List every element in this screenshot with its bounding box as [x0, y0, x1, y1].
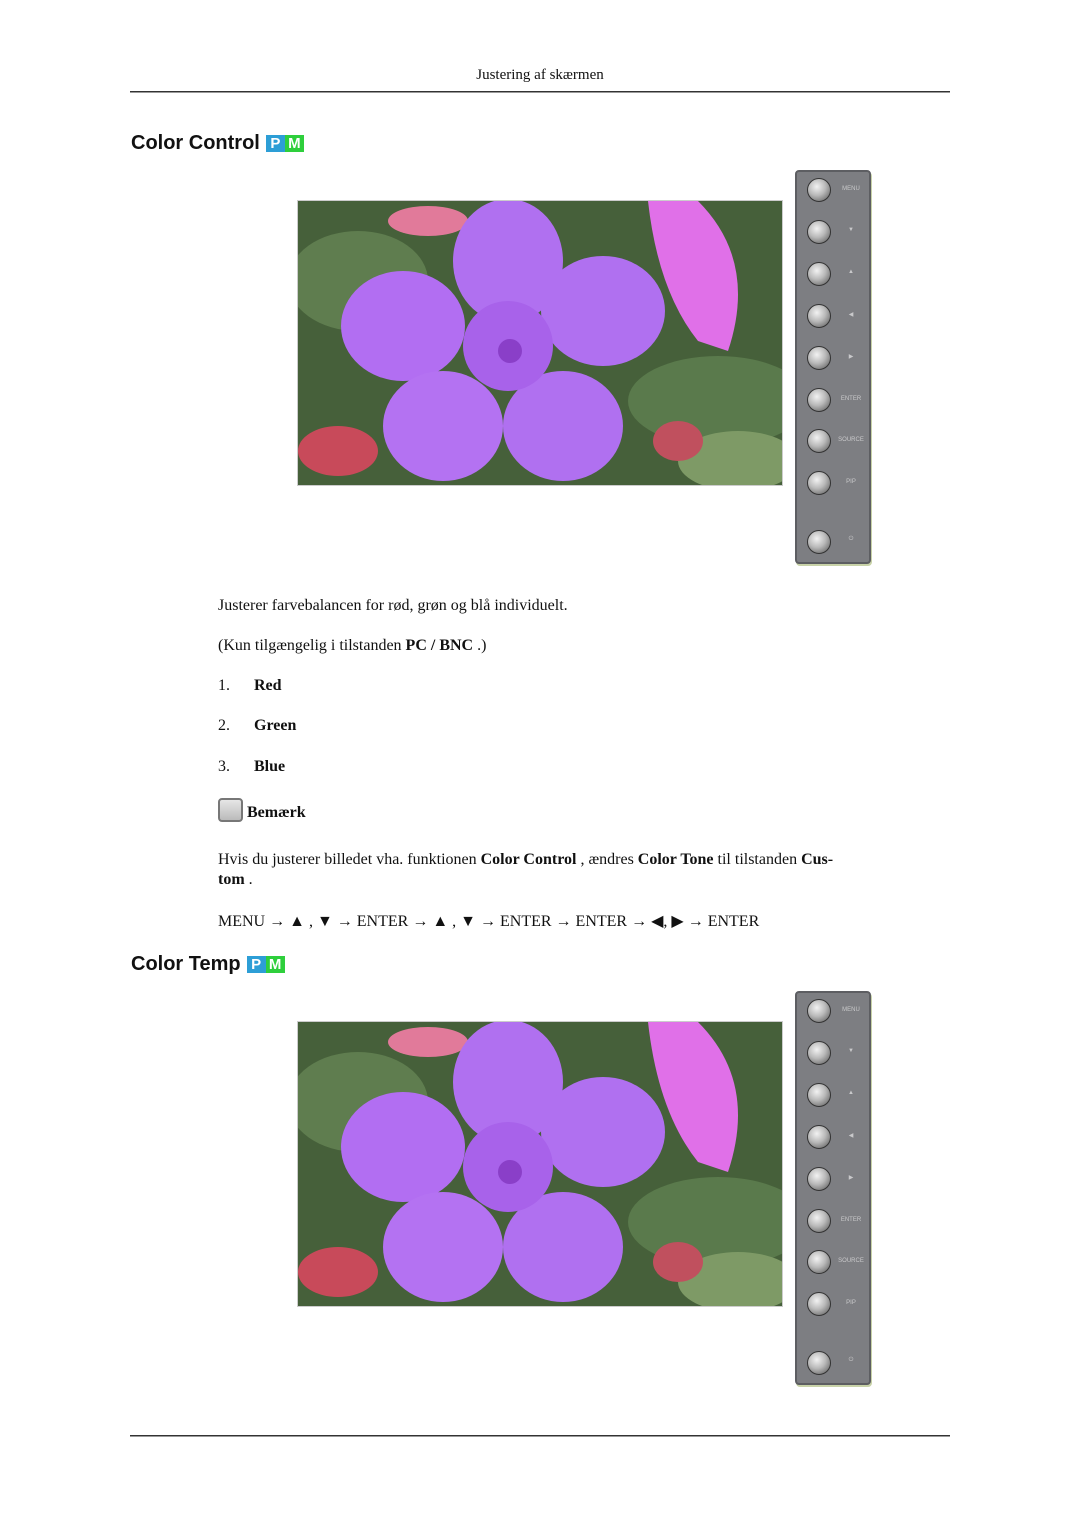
power-button[interactable]	[807, 1351, 831, 1375]
list-item-green: 2. Green	[218, 717, 297, 734]
right-button[interactable]	[807, 346, 831, 370]
note-label: Bemærk	[247, 804, 306, 821]
power-icon: ⏻	[848, 1357, 854, 1363]
power-icon: ⏻	[848, 536, 854, 542]
pip-label: PIP	[846, 479, 856, 485]
page-header-title: Justering af skærmen	[476, 67, 604, 83]
flower-screen-image	[297, 1021, 783, 1307]
note-pencil-icon	[218, 798, 243, 822]
enter-button[interactable]	[807, 1209, 831, 1233]
up-arrow-icon: ▲	[848, 1090, 854, 1096]
pip-button[interactable]	[807, 1292, 831, 1316]
down-arrow-icon: ▼	[848, 1048, 854, 1054]
right-button[interactable]	[807, 1167, 831, 1191]
color-control-description: Justerer farvebalancen for rød, grøn og …	[218, 597, 568, 614]
up-button[interactable]	[807, 1083, 831, 1107]
source-label: SOURCE	[838, 1258, 864, 1264]
list-item-blue: 3. Blue	[218, 758, 286, 775]
source-label: SOURCE	[838, 437, 864, 443]
flower-illustration	[298, 1022, 782, 1306]
up-button[interactable]	[807, 262, 831, 286]
list-item-red: 1. Red	[218, 677, 282, 694]
pc-mode-badge-icon: PM	[265, 135, 304, 152]
power-button[interactable]	[807, 530, 831, 554]
left-arrow-icon: ◀	[848, 312, 854, 318]
note-text: Hvis du justerer billedet vha. funktione…	[218, 851, 834, 888]
source-button[interactable]	[807, 1250, 831, 1274]
navigation-path: MENU → ▲ , ▼ → ENTER → ▲ , ▼ → ENTER → E…	[218, 913, 760, 930]
source-button[interactable]	[807, 429, 831, 453]
section-title-color-temp: Color Temp PM	[131, 953, 285, 976]
left-arrow-icon: ◀	[848, 1133, 854, 1139]
pip-button[interactable]	[807, 471, 831, 495]
section-title-text: Color Temp	[131, 953, 241, 975]
up-arrow-icon: ▲	[848, 269, 854, 275]
down-arrow-icon: ▼	[848, 227, 854, 233]
section-title-color-control: Color Control PM	[131, 132, 304, 155]
flower-screen-image	[297, 200, 783, 486]
enter-button[interactable]	[807, 388, 831, 412]
enter-label: ENTER	[840, 396, 862, 402]
pip-label: PIP	[846, 1300, 856, 1306]
pc-mode-badge-icon: PM	[246, 956, 285, 973]
menu-label: MENU	[842, 1007, 860, 1013]
monitor-control-panel: MENU ▼ ▲ ◀ ▶ ENTER SOURCE PIP ⏻	[795, 991, 871, 1385]
left-button[interactable]	[807, 1125, 831, 1149]
menu-button[interactable]	[807, 999, 831, 1023]
menu-button[interactable]	[807, 178, 831, 202]
footer-rule	[130, 1435, 950, 1437]
left-button[interactable]	[807, 304, 831, 328]
note-heading: Bemærk	[218, 798, 306, 822]
right-arrow-icon: ▶	[848, 354, 854, 360]
availability-mode: PC / BNC	[405, 637, 474, 654]
monitor-control-panel: MENU ▼ ▲ ◀ ▶ ENTER SOURCE PIP ⏻	[795, 170, 871, 564]
header-rule	[130, 91, 950, 93]
down-button[interactable]	[807, 1041, 831, 1065]
menu-label: MENU	[842, 186, 860, 192]
right-arrow-icon: ▶	[848, 1175, 854, 1181]
down-button[interactable]	[807, 220, 831, 244]
flower-illustration	[298, 201, 782, 485]
section-title-text: Color Control	[131, 132, 260, 154]
availability-note: (Kun tilgængelig i tilstanden PC / BNC .…	[218, 637, 487, 654]
enter-label: ENTER	[840, 1217, 862, 1223]
